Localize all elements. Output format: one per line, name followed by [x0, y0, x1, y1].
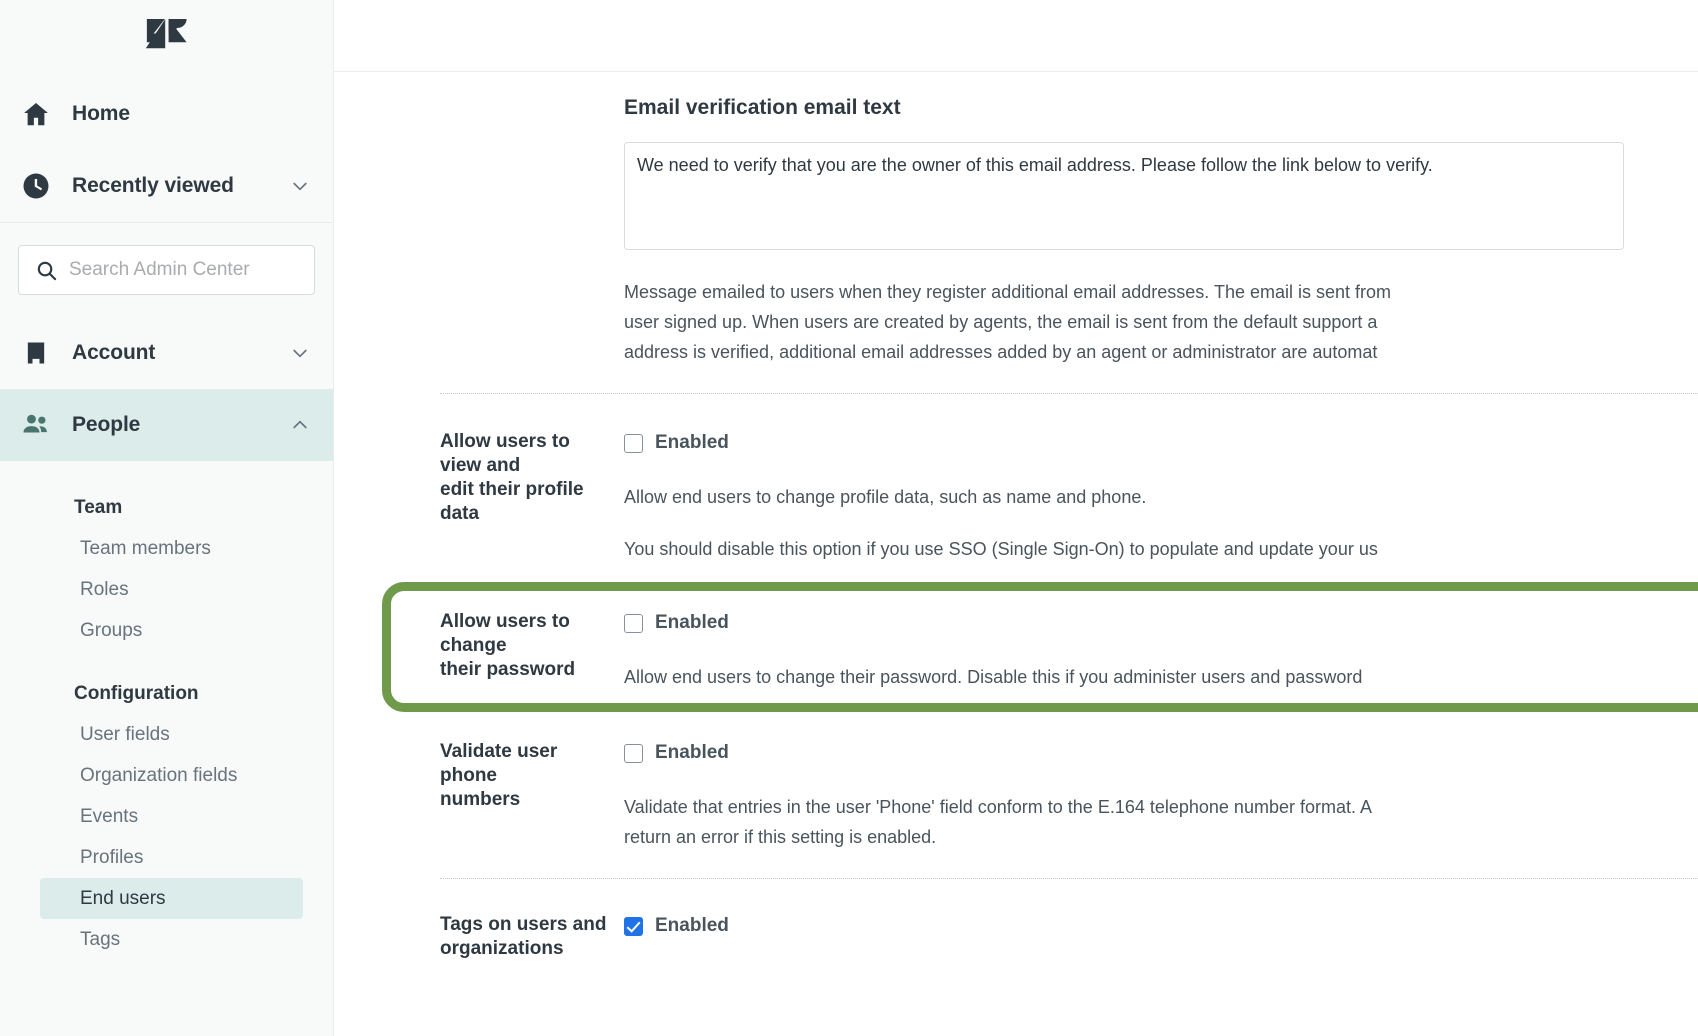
setting-desc-profile-data: Allow end users to change profile data, … [624, 482, 1698, 512]
subnav-heading-configuration: Configuration [0, 673, 333, 714]
setting-label-change-password: Allow users to change their password [334, 610, 624, 682]
email-verification-field: Email verification email text We need to… [624, 96, 1698, 367]
sidebar-item-recently-viewed-label: Recently viewed [58, 174, 289, 198]
subnav-gap [0, 651, 333, 673]
search-icon [33, 259, 59, 282]
sidebar-item-people-label: People [58, 413, 289, 437]
setting-desc2-profile-data: You should disable this option if you us… [624, 534, 1698, 564]
setting-row-email-verification: Email verification email text We need to… [334, 96, 1698, 367]
primary-nav: Home Recently viewed [0, 74, 333, 960]
subnav-configuration: Configuration User fields Organization f… [0, 673, 333, 960]
setting-label-profile-data: Allow users to view and edit their profi… [334, 430, 624, 526]
setting-field-change-password: Enabled Allow end users to change their … [624, 610, 1698, 692]
home-icon [14, 99, 58, 129]
setting-field-tags: Enabled [624, 913, 1698, 939]
zendesk-logo [145, 19, 189, 55]
sidebar-item-account-label: Account [58, 341, 289, 365]
setting-row-profile-data: Allow users to view and edit their profi… [334, 430, 1698, 564]
settings-content: Email verification email text We need to… [334, 72, 1698, 961]
checkbox-row-tags[interactable]: Enabled [624, 913, 1698, 939]
setting-desc-change-password: Allow end users to change their password… [624, 662, 1698, 692]
sidebar-item-home-label: Home [58, 102, 311, 126]
email-verification-help: Message emailed to users when they regis… [624, 277, 1698, 367]
chevron-down-icon[interactable] [289, 176, 311, 196]
divider-2 [440, 878, 1698, 879]
building-icon [14, 339, 58, 367]
subnav-heading-team: Team [0, 487, 333, 528]
setting-label-tags: Tags on users and organizations [334, 913, 624, 961]
sidebar-item-organization-fields[interactable]: Organization fields [40, 755, 303, 796]
people-icon [14, 409, 58, 441]
chevron-down-icon[interactable] [289, 343, 311, 363]
sidebar-item-end-users[interactable]: End users [40, 878, 303, 919]
sidebar-item-recently-viewed[interactable]: Recently viewed [0, 150, 333, 222]
checkbox-label-change-password: Enabled [655, 612, 729, 634]
email-verification-title: Email verification email text [624, 96, 1698, 120]
sidebar-item-team-members[interactable]: Team members [40, 528, 303, 569]
email-verification-textarea[interactable]: We need to verify that you are the owner… [624, 142, 1624, 250]
checkbox-label-validate-phone: Enabled [655, 742, 729, 764]
setting-label-validate-phone: Validate user phone numbers [334, 740, 624, 812]
checkbox-validate-phone[interactable] [624, 744, 643, 763]
sidebar-item-roles[interactable]: Roles [40, 569, 303, 610]
checkbox-label-tags: Enabled [655, 915, 729, 937]
setting-field-validate-phone: Enabled Validate that entries in the use… [624, 740, 1698, 852]
setting-desc-validate-phone: Validate that entries in the user 'Phone… [624, 792, 1698, 852]
admin-center-page: Home Recently viewed [0, 0, 1698, 1036]
divider-1 [440, 393, 1698, 394]
checkbox-row-change-password[interactable]: Enabled [624, 610, 1698, 636]
checkbox-label-profile-data: Enabled [655, 432, 729, 454]
sidebar-item-tags[interactable]: Tags [40, 919, 303, 960]
checkbox-row-profile-data[interactable]: Enabled [624, 430, 1698, 456]
search-wrap [0, 223, 333, 317]
checkbox-change-password[interactable] [624, 614, 643, 633]
checkbox-tags[interactable] [624, 917, 643, 936]
sidebar-item-account[interactable]: Account [0, 317, 333, 389]
setting-row-validate-phone: Validate user phone numbers Enabled Vali… [334, 740, 1698, 852]
sidebar-item-groups[interactable]: Groups [40, 610, 303, 651]
zendesk-logo-wrap[interactable] [0, 0, 333, 74]
main-topbar [334, 0, 1698, 72]
sidebar-item-profiles[interactable]: Profiles [40, 837, 303, 878]
main-content: Email verification email text We need to… [334, 0, 1698, 1036]
sidebar-item-user-fields[interactable]: User fields [40, 714, 303, 755]
checkbox-row-validate-phone[interactable]: Enabled [624, 740, 1698, 766]
clock-icon [14, 171, 58, 201]
sidebar: Home Recently viewed [0, 0, 334, 1036]
search-box[interactable] [18, 245, 315, 295]
setting-row-change-password: Allow users to change their password Ena… [334, 610, 1698, 692]
sidebar-item-events[interactable]: Events [40, 796, 303, 837]
setting-row-tags: Tags on users and organizations Enabled [334, 913, 1698, 961]
setting-field-profile-data: Enabled Allow end users to change profil… [624, 430, 1698, 564]
checkbox-profile-data[interactable] [624, 434, 643, 453]
subnav-team: Team Team members Roles Groups [0, 461, 333, 651]
search-input[interactable] [69, 259, 300, 281]
sidebar-item-people[interactable]: People [0, 389, 333, 461]
chevron-up-icon[interactable] [289, 415, 311, 435]
sidebar-item-home[interactable]: Home [0, 78, 333, 150]
